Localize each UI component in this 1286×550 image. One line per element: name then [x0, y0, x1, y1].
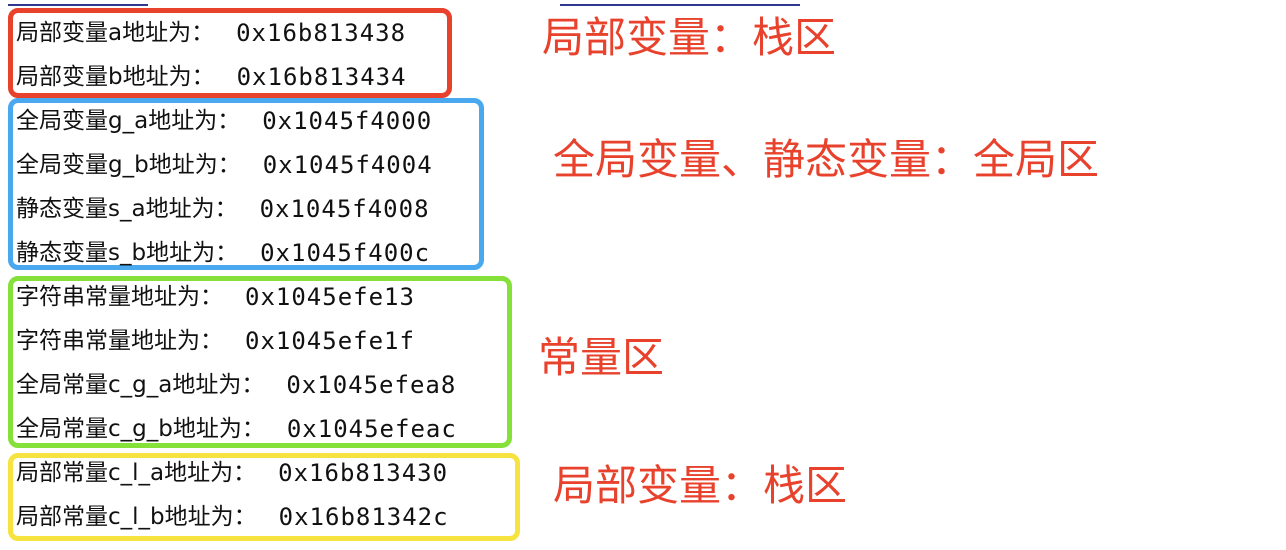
line-address: 0x1045f4004	[262, 151, 433, 179]
output-line: 字符串常量地址为： 0x1045efe13	[16, 279, 415, 315]
output-line: 局部常量c_l_b地址为： 0x16b81342c	[16, 499, 449, 535]
annotation-global: 全局变量、静态变量：全局区	[553, 135, 1100, 184]
top-cutoff-line	[0, 0, 1286, 6]
line-address: 0x16b813434	[236, 63, 407, 91]
line-label: 字符串常量地址为：	[16, 284, 223, 310]
line-label: 局部常量c_l_b地址为：	[16, 504, 257, 530]
output-line: 局部变量a地址为： 0x16b813438	[16, 15, 406, 51]
output-line: 全局常量c_g_b地址为： 0x1045efeac	[16, 411, 457, 447]
line-label: 全局变量g_a地址为：	[16, 108, 241, 134]
output-line: 局部变量b地址为： 0x16b813434	[16, 59, 407, 95]
output-line: 字符串常量地址为： 0x1045efe1f	[16, 323, 415, 359]
output-line: 全局变量g_b地址为： 0x1045f4004	[16, 147, 433, 183]
line-label: 局部变量a地址为：	[16, 20, 215, 46]
line-label: 局部常量c_l_a地址为：	[16, 460, 257, 486]
line-address: 0x1045efeac	[286, 415, 457, 443]
line-label: 全局常量c_g_a地址为：	[16, 372, 265, 398]
line-address: 0x1045f400c	[260, 239, 431, 267]
line-address: 0x1045f4000	[262, 107, 433, 135]
line-address: 0x1045efea8	[286, 371, 457, 399]
output-line: 全局常量c_g_a地址为： 0x1045efea8	[16, 367, 456, 403]
line-label: 局部变量b地址为：	[16, 64, 215, 90]
line-address: 0x1045efe1f	[245, 327, 415, 355]
line-address: 0x16b813438	[236, 19, 407, 47]
output-line: 全局变量g_a地址为： 0x1045f4000	[16, 103, 432, 139]
line-address: 0x16b81342c	[278, 503, 449, 531]
annotation-stack: 局部变量：栈区	[542, 13, 837, 62]
line-label: 字符串常量地址为：	[16, 328, 223, 354]
line-label: 全局常量c_g_b地址为：	[16, 416, 265, 442]
cutoff-fragment	[8, 0, 148, 6]
output-line: 静态变量s_a地址为： 0x1045f4008	[16, 191, 430, 227]
line-label: 静态变量s_a地址为：	[16, 196, 238, 222]
annotation-local-const: 局部变量：栈区	[553, 461, 848, 510]
line-label: 全局变量g_b地址为：	[16, 152, 241, 178]
annotation-constants: 常量区	[538, 333, 665, 382]
output-line: 局部常量c_l_a地址为： 0x16b813430	[16, 455, 448, 491]
cutoff-fragment	[560, 0, 800, 6]
line-address: 0x1045f4008	[259, 195, 430, 223]
line-label: 静态变量s_b地址为：	[16, 240, 239, 266]
output-line: 静态变量s_b地址为： 0x1045f400c	[16, 235, 430, 271]
line-address: 0x16b813430	[278, 459, 449, 487]
line-address: 0x1045efe13	[245, 283, 415, 311]
